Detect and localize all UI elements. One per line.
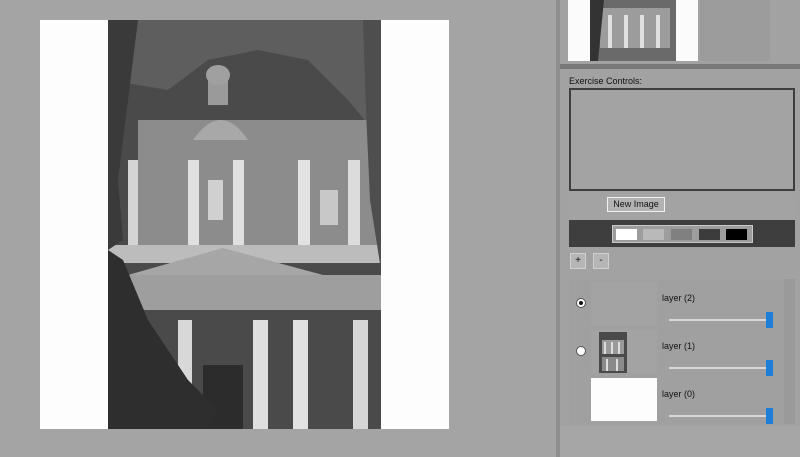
layer-opacity-slider-thumb[interactable] [766,360,773,376]
drawing-canvas[interactable] [40,20,449,429]
layer-select-radio[interactable] [576,346,586,356]
swatch-light-gray[interactable] [643,229,664,240]
layer-opacity-slider-track[interactable] [669,415,773,417]
swatch-mid-gray[interactable] [671,229,692,240]
preview-side-area [700,0,770,61]
layer-opacity-slider-thumb[interactable] [766,408,773,424]
layer-opacity-slider-track[interactable] [669,319,773,321]
preview-thumbnail [590,0,676,61]
layer-thumbnail [591,330,657,373]
section-separator [560,64,800,69]
preview-window [568,0,698,61]
layer-photo-thumbnail [591,330,657,373]
layers-list: layer (2) layer (1) layer (0) [569,279,784,424]
layer-opacity-slider-track[interactable] [669,367,773,369]
layer-name: layer (1) [662,341,696,351]
remove-layer-button[interactable]: - [593,253,609,269]
panel-bottom-area [560,426,800,457]
new-image-row [569,193,795,219]
canvas-photo-image [108,20,381,429]
radio-selected-dot [579,301,583,305]
swatch-black[interactable] [726,229,747,240]
color-swatch-group [612,225,753,243]
exercise-controls-area [569,88,795,191]
add-layer-button[interactable]: + [570,253,586,269]
new-image-button[interactable]: New Image [607,197,665,212]
layer-opacity-slider-thumb[interactable] [766,312,773,328]
layer-thumbnail [591,378,657,421]
layer-row[interactable]: layer (2) [569,281,784,328]
layer-row[interactable]: layer (1) [569,329,784,376]
swatch-dark-gray[interactable] [699,229,720,240]
layer-name: layer (2) [662,293,696,303]
swatch-white[interactable] [616,229,637,240]
layer-thumbnail [591,282,657,325]
layer-select-radio[interactable] [576,298,586,308]
layer-row[interactable]: layer (0) [569,377,784,424]
exercise-controls-label: Exercise Controls: [569,76,643,86]
layer-name: layer (0) [662,389,696,399]
layers-scrollbar[interactable] [784,279,795,424]
